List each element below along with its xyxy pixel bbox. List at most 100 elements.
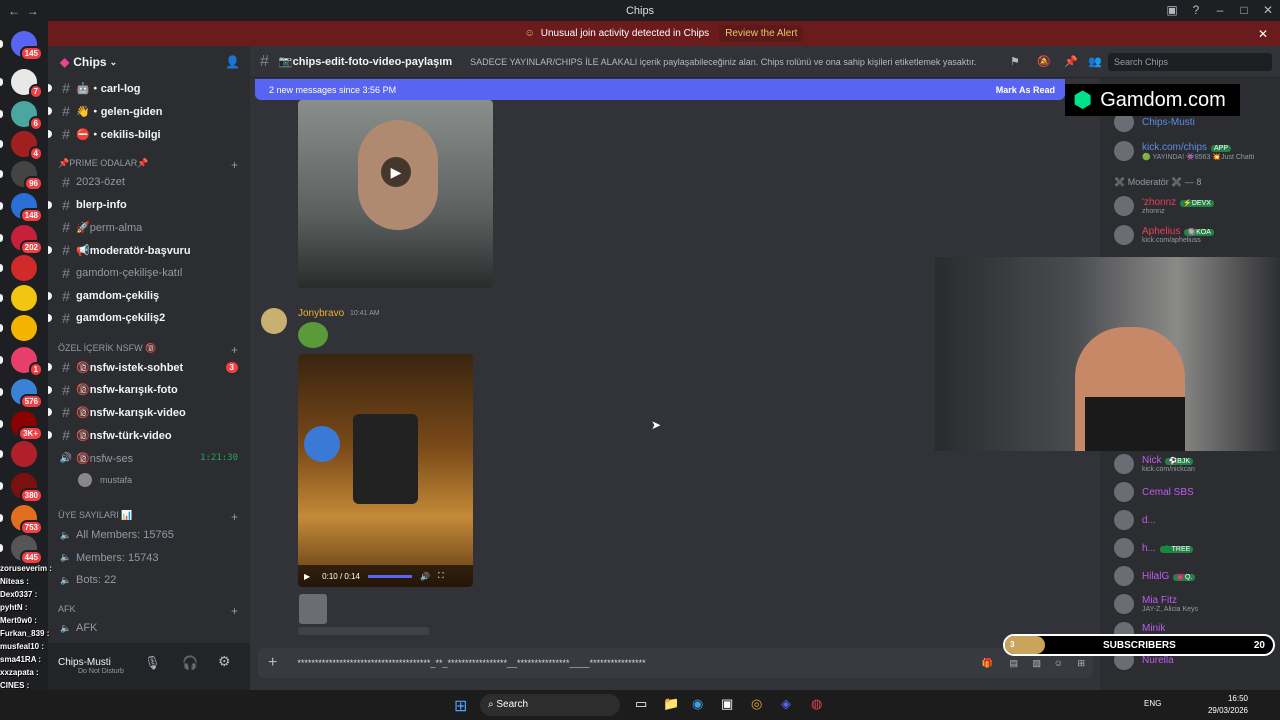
inbox-icon[interactable]: ▣ (1160, 0, 1184, 21)
category-header[interactable]: 📌PRIME ODALAR📌 + (58, 158, 238, 172)
close-icon[interactable]: ✕ (1258, 27, 1268, 41)
play-icon[interactable]: ▶ (304, 572, 310, 581)
member-status: kick.com/nickcan (1142, 466, 1195, 473)
channel-item[interactable]: # 🔞nsfw-istek-sohbet 3 (48, 357, 246, 377)
server-icon[interactable]: 1 (11, 347, 43, 377)
avatar[interactable] (261, 308, 287, 334)
volume-icon[interactable]: 🔊 (420, 572, 430, 581)
image-attachment[interactable] (299, 594, 327, 624)
settings-gear-icon[interactable]: ⚙ (218, 653, 231, 670)
server-icon[interactable]: 3K+ (11, 411, 43, 441)
discord-icon[interactable]: ◈ (781, 696, 791, 712)
server-icon[interactable]: 96 (11, 161, 43, 191)
search-input[interactable]: Search Chips (1108, 53, 1272, 71)
server-icon[interactable] (11, 441, 37, 467)
category-header[interactable]: ÖZEL İÇERİK NSFW 🔞 + (58, 343, 238, 357)
channel-item[interactable]: # 📢moderatör-başvuru (48, 240, 246, 260)
apps-icon[interactable]: ⊞ (1077, 658, 1085, 669)
server-icon[interactable]: 753 (11, 505, 43, 535)
add-channel-icon[interactable]: + (231, 604, 238, 618)
channel-item[interactable]: # gamdom-çekiliş (48, 286, 246, 306)
taskbar-search[interactable]: ⌕ Search (480, 694, 620, 716)
language-indicator[interactable]: ENG (1144, 699, 1161, 708)
member-item[interactable]: Mia Fitz JAY-Z, Alicia Keys (1114, 592, 1274, 616)
threads-icon[interactable]: ⚑ (1010, 55, 1020, 68)
mark-as-read-button[interactable]: Mark As Read (996, 85, 1055, 95)
member-item[interactable]: Cemal SBS (1114, 480, 1274, 504)
gift-icon[interactable]: 🎁 (982, 658, 993, 669)
channel-item[interactable]: # 🚀perm-alma (56, 217, 246, 237)
channel-item[interactable]: # gamdom-çekiliş2 (48, 308, 246, 328)
server-header[interactable]: ◆ Chips ⌄ 👤 (48, 46, 250, 78)
member-item[interactable]: kick.com/chips APP 🟢 YAYINDA! 👾8563 💥Just … (1114, 139, 1274, 163)
mute-icon[interactable]: 🔕 (1037, 55, 1051, 68)
minimize-button[interactable]: – (1208, 0, 1232, 21)
file-explorer-icon[interactable]: 📁 (663, 696, 679, 712)
close-button[interactable]: ✕ (1256, 0, 1280, 21)
member-item[interactable]: 'zhonnz ⚡DEVX zhonnz (1114, 194, 1274, 218)
channel-item[interactable]: # gamdom-çekilişe-katıl (56, 263, 246, 283)
member-item[interactable]: HilalG 💗Q. (1114, 564, 1274, 588)
server-icon[interactable]: 148 (11, 193, 43, 223)
channel-topic[interactable]: SADECE YAYINLAR/CHIPS İLE ALAKALI içerik… (470, 57, 990, 67)
help-icon[interactable]: ? (1184, 0, 1208, 21)
video-attachment[interactable]: ▶ 0:10 / 0:14 🔊 ⛶ (298, 354, 473, 587)
task-view-icon[interactable]: ▭ (635, 696, 647, 712)
start-icon[interactable]: ⊞ (454, 696, 467, 716)
mic-icon[interactable]: 🎙 (144, 655, 161, 671)
voice-channel[interactable]: 🔊 🔞nsfw-ses 1:21:30 (56, 448, 246, 468)
new-messages-bar[interactable]: 2 new messages since 3:56 PM Mark As Rea… (255, 79, 1065, 100)
channel-item[interactable]: # ⛔ ・cekilis-bilgi (48, 124, 246, 144)
message-composer[interactable]: + **************************************… (258, 648, 1093, 678)
clock[interactable]: 16:50 29/03/2026 (1208, 693, 1248, 717)
headphones-icon[interactable]: 🎧 (182, 655, 198, 671)
channel-item[interactable]: # 🔞nsfw-karışık-foto (48, 380, 246, 400)
member-item[interactable]: h... 🌲TREE (1114, 536, 1274, 560)
chrome-icon[interactable]: ◎ (751, 696, 762, 712)
member-list-icon[interactable]: 👥 (1088, 55, 1102, 68)
progress-bar[interactable] (367, 574, 412, 578)
add-member-icon[interactable]: 👤 (225, 55, 240, 69)
member-item[interactable]: Aphelius 🔘KOA kick.com/apheliuss (1114, 223, 1274, 247)
channel-item[interactable]: # blerp-info (48, 195, 246, 215)
video-attachment[interactable]: ▶ (298, 100, 493, 288)
channel-item[interactable]: #2023-özet (56, 172, 246, 192)
fullscreen-icon[interactable]: ⛶ (438, 571, 444, 581)
channel-item[interactable]: # 🔞nsfw-türk-video (48, 425, 246, 445)
channel-item[interactable]: # 🔞nsfw-karışık-video (48, 402, 246, 422)
channel-item[interactable]: # 🤖 ・carl-log (48, 78, 246, 98)
obs-icon[interactable]: ◍ (811, 696, 822, 712)
voice-member[interactable]: mustafa (78, 470, 250, 490)
category-header[interactable]: Üye Sayıları 📊 + (58, 510, 238, 524)
server-icon[interactable]: 576 (11, 379, 43, 409)
server-icon[interactable]: 202 (11, 225, 43, 255)
server-icon[interactable] (11, 285, 37, 311)
add-channel-icon[interactable]: + (231, 343, 238, 357)
server-icon[interactable]: 4 (11, 131, 43, 161)
message-input[interactable]: **************************************_*… (297, 658, 717, 668)
server-icon[interactable]: 6 (11, 101, 43, 131)
add-channel-icon[interactable]: + (231, 158, 238, 172)
store-icon[interactable]: ▣ (721, 696, 733, 712)
channel-item[interactable]: # 👋 ・gelen-giden (48, 101, 246, 121)
member-item[interactable]: d... (1114, 508, 1274, 532)
stats-channel[interactable]: 🔈 All Members: 15765 (56, 525, 246, 545)
message-author[interactable]: Jonybravo (298, 308, 344, 319)
sticker-icon[interactable]: ▨ (1032, 658, 1041, 669)
member-item[interactable]: Nick ⚽BJK kick.com/nickcan (1114, 452, 1274, 476)
server-icon[interactable]: 380 (11, 473, 43, 503)
add-channel-icon[interactable]: + (231, 510, 238, 524)
server-icon[interactable]: 445 (11, 535, 43, 565)
server-icon[interactable] (11, 255, 37, 281)
server-icon[interactable] (11, 315, 37, 341)
review-alert-button[interactable]: Review the Alert (719, 25, 804, 42)
add-attachment-icon[interactable]: + (268, 654, 277, 672)
pin-icon[interactable]: 📌 (1064, 55, 1078, 68)
maximize-button[interactable]: □ (1232, 0, 1256, 21)
play-icon[interactable]: ▶ (381, 157, 411, 187)
server-icon[interactable]: 7 (11, 69, 43, 99)
server-icon[interactable]: 145 (11, 31, 43, 61)
gif-icon[interactable]: ▤ (1009, 658, 1018, 669)
edge-icon[interactable]: ◉ (692, 696, 703, 712)
emoji-icon[interactable]: ☺ (1054, 658, 1063, 668)
